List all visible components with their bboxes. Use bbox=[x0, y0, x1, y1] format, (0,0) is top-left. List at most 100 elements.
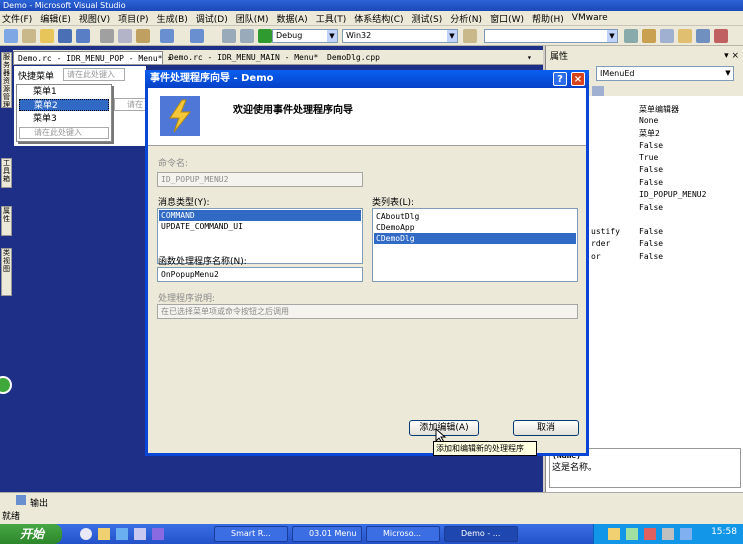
menu-architecture[interactable]: 体系结构(C) bbox=[354, 12, 403, 25]
tray-icon[interactable] bbox=[626, 528, 638, 540]
start-button[interactable]: 开始 bbox=[0, 524, 62, 544]
message-type-item[interactable]: UPDATE_COMMAND_UI bbox=[159, 221, 361, 232]
left-tab-properties[interactable]: 属性 bbox=[1, 206, 12, 236]
status-bar: 就绪 bbox=[0, 510, 743, 524]
toolbox-icon[interactable] bbox=[678, 29, 692, 43]
tray-icon[interactable] bbox=[662, 528, 674, 540]
menu-file[interactable]: 文件(F) bbox=[2, 12, 32, 25]
save-all-icon[interactable] bbox=[76, 29, 90, 43]
pin-icon[interactable]: ▾ ⨯ bbox=[724, 51, 739, 61]
property-value[interactable]: False bbox=[639, 203, 663, 212]
menu-vmware[interactable]: VMware bbox=[572, 13, 608, 23]
add-item-icon[interactable] bbox=[22, 29, 36, 43]
property-value[interactable]: True bbox=[639, 153, 658, 162]
property-value[interactable]: False bbox=[639, 178, 663, 187]
properties-sort-icon[interactable] bbox=[592, 86, 604, 96]
quick-launch-ie-icon[interactable] bbox=[80, 528, 92, 540]
menu-bar-placeholder[interactable]: 请在此处键入 bbox=[63, 68, 125, 81]
left-tab-class-view[interactable]: 类视图 bbox=[1, 248, 12, 296]
handler-name-input[interactable]: OnPopupMenu2 bbox=[157, 267, 363, 282]
left-tab-server-explorer[interactable]: 服务器资源管理器 bbox=[1, 52, 12, 108]
message-type-item[interactable]: COMMAND bbox=[159, 210, 361, 221]
left-tab-toolbox[interactable]: 工具箱 bbox=[1, 158, 12, 188]
menu-edit[interactable]: 编辑(E) bbox=[40, 12, 71, 25]
cut-icon[interactable] bbox=[100, 29, 114, 43]
quick-launch-desktop-icon[interactable] bbox=[116, 528, 128, 540]
quick-launch-vs-icon[interactable] bbox=[152, 528, 164, 540]
property-value[interactable]: False bbox=[639, 165, 663, 174]
class-view-icon[interactable] bbox=[696, 29, 710, 43]
task-demo[interactable]: Demo - ... bbox=[444, 526, 518, 542]
new-project-icon[interactable] bbox=[4, 29, 18, 43]
property-value[interactable]: None bbox=[639, 116, 658, 125]
tab-menu-main[interactable]: Demo.rc - IDR_MENU_MAIN - Menu* bbox=[165, 51, 323, 64]
menu-window[interactable]: 窗口(W) bbox=[490, 12, 524, 25]
menu-data[interactable]: 数据(A) bbox=[277, 12, 308, 25]
undo-icon[interactable] bbox=[160, 29, 174, 43]
navigate-forward-icon[interactable] bbox=[240, 29, 254, 43]
property-value[interactable]: False bbox=[639, 141, 663, 150]
dialog-titlebar: 事件处理程序向导 - Demo ? × bbox=[145, 70, 589, 88]
platform-select[interactable]: Win32 ▼ bbox=[342, 29, 458, 43]
task-microsoft[interactable]: Microso... bbox=[366, 526, 440, 542]
class-item[interactable]: CDemoApp bbox=[374, 222, 576, 233]
menu-tools[interactable]: 工具(T) bbox=[316, 12, 347, 25]
property-value[interactable]: False bbox=[639, 252, 663, 261]
menu-item-placeholder[interactable]: 请在此处键入 bbox=[19, 127, 109, 139]
properties-icon[interactable] bbox=[660, 29, 674, 43]
tab-menu-pop[interactable]: Demo.rc - IDR_MENU_POP - Menu* × bbox=[13, 51, 172, 64]
property-value[interactable]: 菜单编辑器 bbox=[639, 104, 679, 115]
menu-help[interactable]: 帮助(H) bbox=[532, 12, 564, 25]
menu-analyze[interactable]: 分析(N) bbox=[450, 12, 482, 25]
cancel-button[interactable]: 取消 bbox=[513, 420, 579, 436]
tray-icon[interactable] bbox=[680, 528, 692, 540]
menu-item-1[interactable]: 菜单1 bbox=[19, 86, 109, 98]
class-item[interactable]: CDemoDlg bbox=[374, 233, 576, 244]
property-name: or bbox=[591, 252, 601, 261]
menu-project[interactable]: 项目(P) bbox=[118, 12, 148, 25]
save-icon[interactable] bbox=[58, 29, 72, 43]
menu-team[interactable]: 团队(M) bbox=[236, 12, 269, 25]
menu-view[interactable]: 视图(V) bbox=[79, 12, 110, 25]
find-input[interactable]: ▼ bbox=[484, 29, 618, 43]
properties-object-select[interactable]: IMenuEd ▼ bbox=[596, 66, 734, 81]
close-icon[interactable]: × bbox=[571, 72, 585, 86]
property-value[interactable]: False bbox=[639, 227, 663, 236]
config-select[interactable]: Debug ▼ bbox=[272, 29, 338, 43]
quick-launch-app-icon[interactable] bbox=[134, 528, 146, 540]
start-page-icon[interactable] bbox=[714, 29, 728, 43]
menu-debug[interactable]: 调试(D) bbox=[196, 12, 228, 25]
paste-icon[interactable] bbox=[136, 29, 150, 43]
menu-item-2[interactable]: 菜单2 bbox=[19, 99, 109, 111]
task-smart-r[interactable]: Smart R... bbox=[214, 526, 288, 542]
tray-icon[interactable] bbox=[644, 528, 656, 540]
class-list[interactable]: CAboutDlg CDemoApp CDemoDlg bbox=[372, 208, 578, 282]
find-icon[interactable] bbox=[463, 29, 477, 43]
copy-icon[interactable] bbox=[118, 29, 132, 43]
redo-icon[interactable] bbox=[190, 29, 204, 43]
quick-launch-folder-icon[interactable] bbox=[98, 528, 110, 540]
window-title: Demo - Microsoft Visual Studio bbox=[0, 0, 743, 11]
chevron-down-icon: ▼ bbox=[725, 69, 731, 77]
output-tab[interactable]: 输出 bbox=[30, 496, 48, 509]
add-edit-tooltip: 添加和编辑新的处理程序 bbox=[433, 441, 537, 456]
start-debug-icon[interactable] bbox=[258, 29, 272, 43]
task-menu-folder[interactable]: 03.01 Menu bbox=[292, 526, 362, 542]
property-value[interactable]: 菜单2 bbox=[639, 128, 660, 139]
menu-item-3[interactable]: 菜单3 bbox=[19, 113, 109, 125]
solution-explorer-icon[interactable] bbox=[642, 29, 656, 43]
property-value[interactable]: ID_POPUP_MENU2 bbox=[639, 190, 706, 199]
menu-bar-item-shortcut[interactable]: 快捷菜单 bbox=[18, 69, 54, 82]
find-in-files-icon[interactable] bbox=[624, 29, 638, 43]
tray-icon[interactable] bbox=[608, 528, 620, 540]
property-value[interactable]: False bbox=[639, 239, 663, 248]
class-item[interactable]: CAboutDlg bbox=[374, 211, 576, 222]
open-file-icon[interactable] bbox=[40, 29, 54, 43]
navigate-back-icon[interactable] bbox=[222, 29, 236, 43]
submenu-placeholder[interactable]: 请在 bbox=[114, 98, 146, 111]
tab-demodlg-cpp[interactable]: DemoDlg.cpp bbox=[323, 51, 403, 64]
menu-build[interactable]: 生成(B) bbox=[157, 12, 188, 25]
help-icon[interactable]: ? bbox=[553, 72, 567, 86]
menu-test[interactable]: 测试(S) bbox=[412, 12, 443, 25]
tab-list-icon[interactable]: ▾ bbox=[527, 51, 541, 64]
